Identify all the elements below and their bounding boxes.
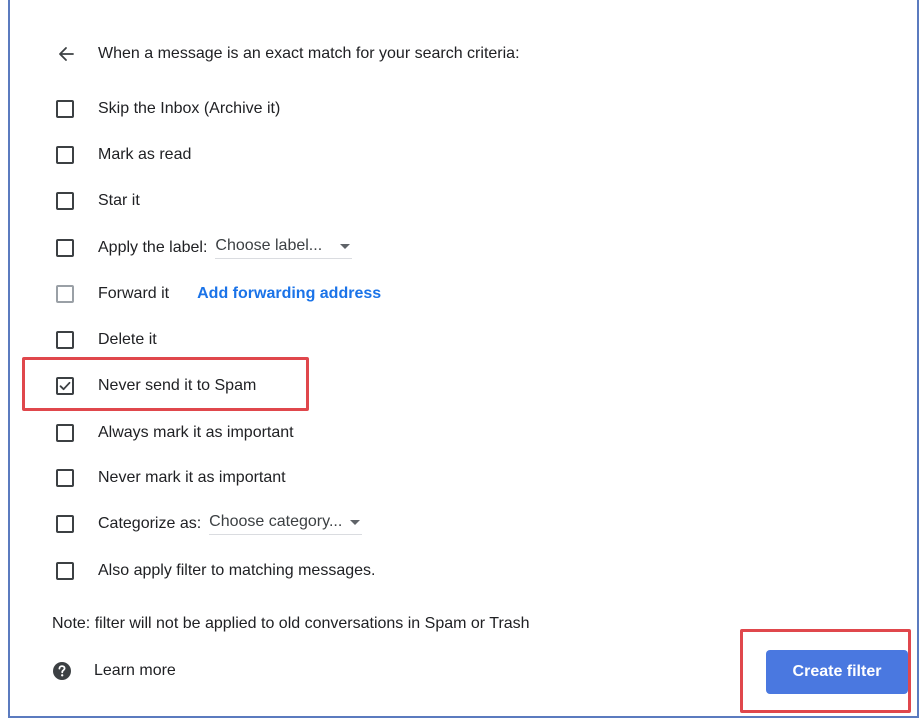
- categorize-checkbox[interactable]: [56, 515, 74, 533]
- choose-label-value: Choose label...: [215, 237, 323, 254]
- option-star-it[interactable]: Star it: [56, 189, 140, 213]
- option-label: Apply the label:: [98, 239, 208, 256]
- option-label: Categorize as:: [98, 515, 202, 532]
- option-delete-it[interactable]: Delete it: [56, 328, 157, 352]
- option-apply-to-matching[interactable]: Also apply filter to matching messages.: [56, 559, 375, 583]
- never-spam-checkbox[interactable]: [56, 377, 74, 395]
- option-label: Never send it to Spam: [98, 377, 257, 394]
- option-label: Always mark it as important: [98, 424, 294, 441]
- option-label: Also apply filter to matching messages.: [98, 562, 376, 579]
- never-important-checkbox[interactable]: [56, 469, 74, 487]
- learn-more-link[interactable]: Learn more: [94, 662, 176, 680]
- check-icon: [59, 381, 71, 391]
- star-it-checkbox[interactable]: [56, 192, 74, 210]
- header-text: When a message is an exact match for you…: [98, 45, 520, 62]
- create-filter-button[interactable]: Create filter: [766, 650, 908, 694]
- caret-down-icon: [350, 519, 361, 525]
- option-skip-inbox[interactable]: Skip the Inbox (Archive it): [56, 97, 280, 121]
- dialog-header: When a message is an exact match for you…: [54, 42, 520, 66]
- choose-category-value: Choose category...: [209, 513, 343, 530]
- choose-label-select[interactable]: Choose label...: [215, 237, 353, 259]
- option-label: Star it: [98, 192, 140, 209]
- option-label: Delete it: [98, 331, 157, 348]
- option-mark-as-read[interactable]: Mark as read: [56, 143, 191, 167]
- option-always-important[interactable]: Always mark it as important: [56, 421, 294, 445]
- skip-inbox-checkbox[interactable]: [56, 100, 74, 118]
- add-forwarding-address-link[interactable]: Add forwarding address: [197, 285, 381, 303]
- option-label: Forward it: [98, 285, 170, 302]
- delete-it-checkbox[interactable]: [56, 331, 74, 349]
- apply-label-checkbox[interactable]: [56, 239, 74, 257]
- option-categorize[interactable]: Categorize as: Choose category...: [56, 512, 363, 536]
- option-never-spam[interactable]: Never send it to Spam: [56, 374, 256, 398]
- choose-category-select[interactable]: Choose category...: [209, 513, 363, 535]
- option-label: Never mark it as important: [98, 469, 286, 486]
- option-never-important[interactable]: Never mark it as important: [56, 466, 286, 490]
- help-circle-icon: [52, 661, 72, 681]
- option-apply-label[interactable]: Apply the label: Choose label...: [56, 236, 353, 260]
- forward-it-checkbox[interactable]: [56, 285, 74, 303]
- apply-to-matching-checkbox[interactable]: [56, 562, 74, 580]
- caret-down-icon: [340, 243, 351, 249]
- option-label: Mark as read: [98, 146, 192, 163]
- always-important-checkbox[interactable]: [56, 424, 74, 442]
- learn-more-row[interactable]: Learn more: [52, 659, 176, 683]
- back-arrow-icon[interactable]: [54, 42, 78, 66]
- filter-note: Note: filter will not be applied to old …: [52, 615, 530, 632]
- option-label: Skip the Inbox (Archive it): [98, 100, 281, 117]
- mark-as-read-checkbox[interactable]: [56, 146, 74, 164]
- filter-dialog: When a message is an exact match for you…: [8, 0, 919, 718]
- option-forward-it[interactable]: Forward it Add forwarding address: [56, 282, 381, 306]
